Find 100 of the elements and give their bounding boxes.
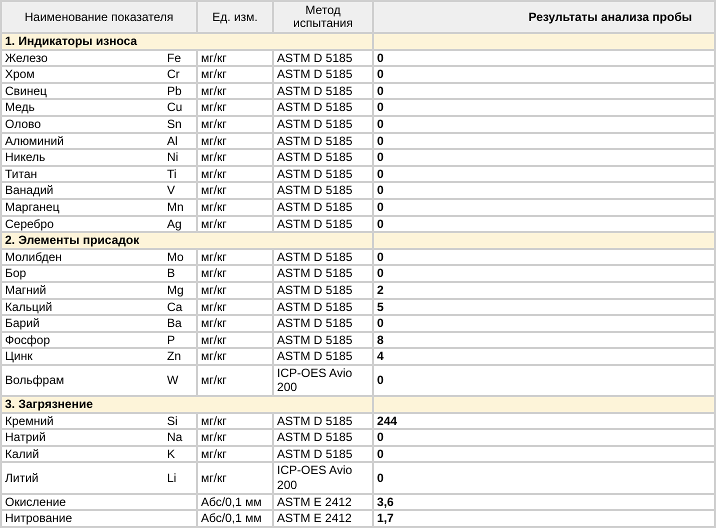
- table-cell: Ванадий: [1, 182, 164, 199]
- table-cell: Марганец: [1, 198, 164, 216]
- table-cell: мг/кг: [197, 412, 274, 430]
- table-cell: 0: [373, 66, 715, 83]
- table-cell: 0: [373, 446, 715, 462]
- table-cell: мг/кг: [197, 166, 274, 182]
- table-cell: Ti: [164, 166, 198, 182]
- column-header: Результаты анализа пробы: [373, 1, 715, 33]
- table-cell: ASTM E 2412: [273, 510, 374, 527]
- table-cell: мг/кг: [197, 446, 274, 462]
- table-cell: мг/кг: [197, 265, 274, 282]
- table-cell: Бор: [1, 265, 164, 282]
- table-cell: Олово: [1, 116, 164, 133]
- table-cell: мг/кг: [197, 132, 274, 150]
- table-cell: ASTM D 5185: [273, 116, 374, 133]
- section-heading: 3. Загрязнение: [1, 396, 374, 413]
- table-cell: Абс/0,1 мм: [197, 510, 274, 527]
- table-cell: 0: [373, 82, 715, 100]
- table-cell: 0: [373, 182, 715, 199]
- table-cell: 0: [373, 50, 715, 66]
- table-cell: 0: [373, 132, 715, 150]
- table-cell: 2: [373, 282, 715, 298]
- table-cell: Натрий: [1, 429, 164, 446]
- table-cell: мг/кг: [197, 315, 274, 332]
- table-cell: Калий: [1, 446, 164, 462]
- table-cell: 0: [373, 265, 715, 282]
- table-cell: Mo: [164, 248, 198, 266]
- table-cell: 8: [373, 332, 715, 348]
- table-cell: Кремний: [1, 412, 164, 430]
- column-header: Наименование показателя: [1, 1, 198, 33]
- table-cell: ASTM D 5185: [273, 348, 374, 365]
- table-cell: 0: [373, 248, 715, 266]
- table-cell: Fe: [164, 50, 198, 66]
- table-cell: 0: [373, 149, 715, 166]
- table-cell: ASTM E 2412: [273, 494, 374, 510]
- column-header: Метод испытания: [273, 1, 374, 33]
- table-cell: ASTM D 5185: [273, 265, 374, 282]
- table-cell: Фосфор: [1, 332, 164, 348]
- table-cell: мг/кг: [197, 198, 274, 216]
- table-cell: 1,7: [373, 510, 715, 527]
- table-cell: Свинец: [1, 82, 164, 100]
- table-cell: мг/кг: [197, 99, 274, 116]
- table-cell: Кальций: [1, 298, 164, 316]
- section-heading: 2. Элементы присадок: [1, 232, 374, 249]
- table-cell: ICP-OES Avio 200: [273, 462, 374, 494]
- table-cell: Cu: [164, 99, 198, 116]
- table-cell: 0: [373, 429, 715, 446]
- table-cell: Хром: [1, 66, 164, 83]
- table-cell: ASTM D 5185: [273, 182, 374, 199]
- table-cell: мг/кг: [197, 50, 274, 66]
- table-cell: Абс/0,1 мм: [197, 494, 274, 510]
- table-cell: 0: [373, 462, 715, 494]
- table-cell: мг/кг: [197, 462, 274, 494]
- table-cell: мг/кг: [197, 282, 274, 298]
- table-cell: ASTM D 5185: [273, 282, 374, 298]
- table-cell: Никель: [1, 149, 164, 166]
- table-cell: Ba: [164, 315, 198, 332]
- table-cell: Барий: [1, 315, 164, 332]
- table-cell: B: [164, 265, 198, 282]
- table-cell: Нитрование: [1, 510, 164, 527]
- table-cell: мг/кг: [197, 248, 274, 266]
- table-cell: 5: [373, 298, 715, 316]
- table-cell: ASTM D 5185: [273, 66, 374, 83]
- table-cell: мг/кг: [197, 149, 274, 166]
- table-cell: Молибден: [1, 248, 164, 266]
- table-cell: Титан: [1, 166, 164, 182]
- table-cell: 3,6: [373, 494, 715, 510]
- table-cell: ASTM D 5185: [273, 149, 374, 166]
- table-cell: 4: [373, 348, 715, 365]
- table-cell: Ni: [164, 149, 198, 166]
- table-cell: ASTM D 5185: [273, 315, 374, 332]
- table-cell: Zn: [164, 348, 198, 365]
- table-cell: ASTM D 5185: [273, 99, 374, 116]
- table-cell: 0: [373, 116, 715, 133]
- table-cell: Окисление: [1, 494, 164, 510]
- table-cell: ASTM D 5185: [273, 429, 374, 446]
- table-cell: K: [164, 446, 198, 462]
- table-cell: 0: [373, 198, 715, 216]
- table-cell: мг/кг: [197, 429, 274, 446]
- table-cell: ASTM D 5185: [273, 132, 374, 150]
- table-cell: мг/кг: [197, 82, 274, 100]
- table-cell: мг/кг: [197, 66, 274, 83]
- table-cell: 0: [373, 315, 715, 332]
- table-cell: 0: [373, 166, 715, 182]
- table-cell: P: [164, 332, 198, 348]
- table-cell: ASTM D 5185: [273, 50, 374, 66]
- table-cell: мг/кг: [197, 182, 274, 199]
- table-cell: Mg: [164, 282, 198, 298]
- table-cell: Ca: [164, 298, 198, 316]
- table-cell: ASTM D 5185: [273, 412, 374, 430]
- table-cell: ASTM D 5185: [273, 166, 374, 182]
- table-cell: Цинк: [1, 348, 164, 365]
- table-cell: Mn: [164, 198, 198, 216]
- table-cell: ASTM D 5185: [273, 82, 374, 100]
- table-cell: ASTM D 5185: [273, 332, 374, 348]
- table-cell: Cr: [164, 66, 198, 83]
- table-cell: Sn: [164, 116, 198, 133]
- column-header: Ед. изм.: [197, 1, 274, 33]
- table-cell: ASTM D 5185: [273, 446, 374, 462]
- table-cell: 244: [373, 412, 715, 430]
